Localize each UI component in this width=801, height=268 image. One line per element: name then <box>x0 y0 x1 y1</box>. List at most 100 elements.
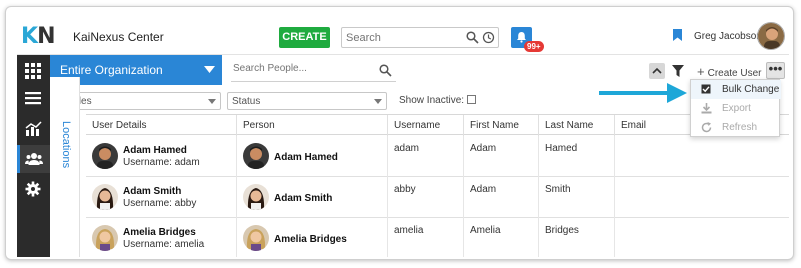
menu-item-bulk-change[interactable]: Bulk Change <box>691 80 781 99</box>
username-cell: amelia <box>387 218 463 257</box>
search-icon[interactable] <box>466 31 479 44</box>
person-name[interactable]: Adam Smith <box>274 193 332 204</box>
last-name-cell: Bridges <box>538 218 614 257</box>
nav-users[interactable] <box>17 145 50 173</box>
person-cell: Adam Smith <box>236 177 387 218</box>
organization-label: Entire Organization <box>60 63 163 77</box>
status-select[interactable]: Status <box>227 92 387 110</box>
column-header-first-name[interactable]: First Name <box>463 115 538 136</box>
user-username-line: Username: adam <box>123 157 200 168</box>
email-cell <box>614 136 789 177</box>
chevron-up-icon <box>652 67 662 74</box>
locations-tab[interactable]: Locations <box>50 77 80 257</box>
show-inactive-checkbox[interactable] <box>467 95 477 104</box>
person-name[interactable]: Amelia Bridges <box>274 234 347 245</box>
nav-dashboard[interactable] <box>17 57 50 85</box>
avatar <box>243 143 269 169</box>
table-row[interactable]: Amelia Bridges Username: amelia Amelia B… <box>86 218 789 257</box>
avatar <box>243 225 269 251</box>
username-cell: abby <box>387 177 463 218</box>
kainexus-logo[interactable]: KN <box>21 24 56 49</box>
first-name-cell: Adam <box>463 177 538 218</box>
column-header-username[interactable]: Username <box>387 115 463 136</box>
last-name-value: Hamed <box>545 143 578 154</box>
current-user-name[interactable]: Greg Jacobson <box>694 31 762 42</box>
users-icon <box>25 153 43 165</box>
username-value: abby <box>394 184 416 195</box>
person-cell: Amelia Bridges <box>236 218 387 257</box>
caret-down-icon <box>204 66 215 73</box>
last-name-cell: Hamed <box>538 136 614 177</box>
top-bar: KN KaiNexus Center CREATE 99+ Greg Jacob… <box>17 17 789 55</box>
user-display-name[interactable]: Amelia Bridges <box>123 227 196 238</box>
menu-item-export[interactable]: Export <box>691 99 781 118</box>
list-icon <box>25 92 41 105</box>
menu-item-label: Bulk Change <box>722 84 780 95</box>
column-header-user-details[interactable]: User Details <box>86 115 236 136</box>
person-name[interactable]: Adam Hamed <box>274 152 338 163</box>
caret-down-icon <box>208 99 216 104</box>
username-cell: adam <box>387 136 463 177</box>
plus-icon: + <box>697 64 705 79</box>
user-username-line: Username: amelia <box>123 239 205 250</box>
user-details-cell: Adam Hamed Username: adam <box>86 136 236 177</box>
first-name-value: Adam <box>470 184 497 195</box>
column-header-person[interactable]: Person <box>236 115 387 136</box>
checkbox-checked-icon <box>701 84 711 94</box>
first-name-value: Adam <box>470 143 497 154</box>
global-search <box>341 27 499 48</box>
username-value: adam <box>394 143 420 154</box>
avatar <box>92 143 118 169</box>
table-row[interactable]: Adam Smith Username: abby Adam Smith abb… <box>86 177 789 218</box>
user-avatar[interactable] <box>757 22 785 50</box>
user-display-name[interactable]: Adam Smith <box>123 186 181 197</box>
left-nav <box>17 55 50 257</box>
more-options-button[interactable]: ••• <box>766 62 785 79</box>
bookmark-icon[interactable] <box>673 29 682 41</box>
logo-letter-n: N <box>37 24 55 49</box>
show-inactive-toggle[interactable]: Show Inactive: <box>399 95 477 106</box>
create-user-label: Create User <box>707 68 762 79</box>
people-search-input[interactable] <box>233 63 373 74</box>
chart-icon <box>25 121 42 136</box>
menu-item-label: Refresh <box>722 122 758 133</box>
app-window: KN KaiNexus Center CREATE 99+ Greg Jacob… <box>17 17 789 257</box>
first-name-value: Amelia <box>470 225 501 236</box>
status-select-value: Status <box>232 96 261 107</box>
first-name-cell: Amelia <box>463 218 538 257</box>
user-display-name[interactable]: Adam Hamed <box>123 145 187 156</box>
nav-reports[interactable] <box>17 115 50 143</box>
filter-icon[interactable] <box>672 65 684 77</box>
last-name-value: Smith <box>545 184 571 195</box>
show-inactive-label: Show Inactive: <box>399 95 465 106</box>
search-icon[interactable] <box>379 64 392 77</box>
app-name: KaiNexus Center <box>73 30 164 44</box>
notification-count-badge: 99+ <box>524 41 544 52</box>
user-details-cell: Amelia Bridges Username: amelia <box>86 218 236 257</box>
roles-select[interactable]: Roles <box>61 92 221 110</box>
caret-down-icon <box>374 99 382 104</box>
screenshot-frame: KN KaiNexus Center CREATE 99+ Greg Jacob… <box>5 6 794 260</box>
gear-icon <box>25 181 41 197</box>
search-input[interactable] <box>346 30 456 45</box>
avatar <box>92 225 118 251</box>
create-button[interactable]: CREATE <box>279 27 330 48</box>
logo-letter-k: K <box>21 24 38 49</box>
locations-tab-label: Locations <box>60 121 72 169</box>
column-header-last-name[interactable]: Last Name <box>538 115 614 136</box>
avatar <box>243 184 269 210</box>
nav-settings[interactable] <box>17 175 50 203</box>
table-header: User Details Person Username First Name … <box>86 114 789 136</box>
nav-list[interactable] <box>17 85 50 113</box>
menu-item-refresh[interactable]: Refresh <box>691 118 781 137</box>
history-icon[interactable] <box>482 31 495 44</box>
menu-item-label: Export <box>722 103 751 114</box>
table-row[interactable]: Adam Hamed Username: adam Adam Hamed ada… <box>86 136 789 177</box>
last-name-value: Bridges <box>545 225 579 236</box>
first-name-cell: Adam <box>463 136 538 177</box>
user-details-cell: Adam Smith Username: abby <box>86 177 236 218</box>
create-user-button[interactable]: + Create User <box>697 64 762 79</box>
more-options-menu: Bulk Change Export Refresh <box>690 79 781 137</box>
email-cell <box>614 177 789 218</box>
callout-arrow-icon <box>599 83 687 103</box>
